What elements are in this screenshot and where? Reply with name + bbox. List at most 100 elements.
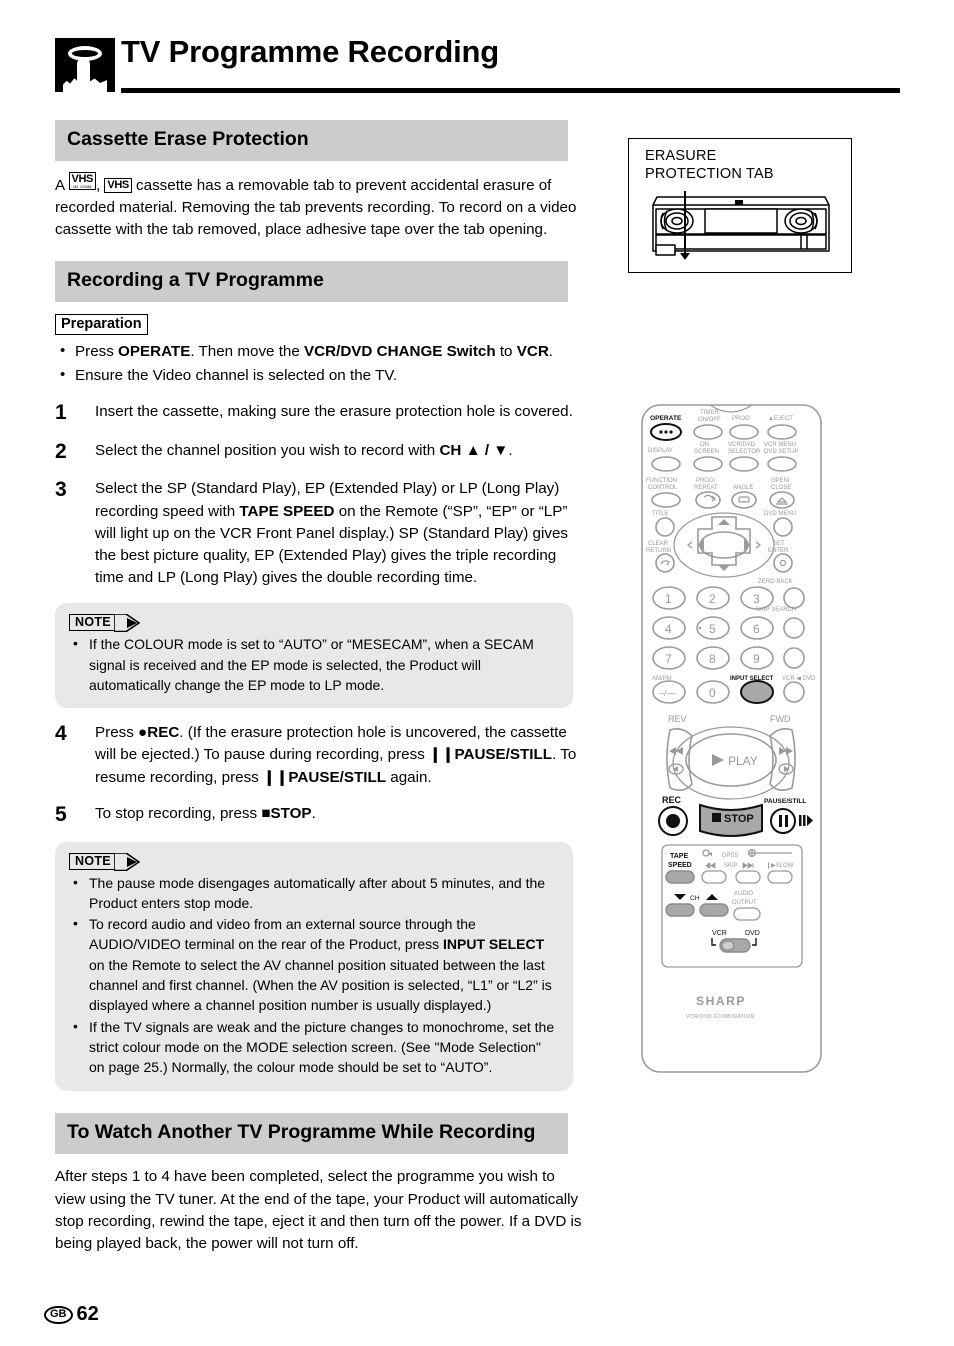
manual-page: TV Programme Recording Cassette Erase Pr…: [0, 0, 954, 1346]
logo-separator: ,: [95, 176, 105, 194]
label-n6: 6: [753, 622, 760, 636]
label-progrepeat-1: PROG/: [696, 478, 716, 484]
label-clear-1: CLEAR: [648, 541, 669, 547]
vhs-logo-1-sub: NO. 123456: [73, 184, 92, 189]
label-switch-vcr: VCR: [712, 930, 727, 937]
button-input-select[interactable]: [740, 680, 774, 704]
page-header: TV Programme Recording: [55, 34, 900, 98]
button-prog-repeat[interactable]: [695, 491, 721, 509]
button-dvd-menu[interactable]: [773, 517, 793, 537]
label-vcrdvd-sel-2: SELECTOR: [728, 449, 761, 455]
button-zero-back[interactable]: [783, 587, 805, 609]
button-prog[interactable]: [729, 424, 759, 440]
bullet-bold-3: VCR: [516, 343, 549, 361]
still-advance-icon: [807, 815, 813, 826]
preparation-tag: Preparation: [55, 314, 148, 336]
label-set-2: ENTER: [768, 548, 789, 554]
label-title: TITLE: [652, 511, 668, 517]
step-bold: TAPE SPEED: [239, 502, 335, 520]
label-vcrdvd-sel-1: VCR/DVD: [728, 442, 756, 448]
button-timer-onoff[interactable]: [693, 424, 723, 440]
button-tape-speed[interactable]: [665, 870, 695, 884]
label-progrepeat-2: REPEAT: [694, 485, 718, 491]
step-number: 5: [55, 802, 67, 826]
step-2: 2 Select the channel position you wish t…: [55, 440, 585, 465]
preparation-bullets: Press OPERATE. Then move the VCR/DVD CHA…: [55, 340, 585, 387]
label-vcrmenu-2: DVD SETUP: [764, 449, 798, 455]
ch-up-icon: [706, 894, 718, 900]
region-badge: GB: [44, 1305, 73, 1324]
label-n2: 2: [709, 592, 716, 606]
label-openclose-2: CLOSE: [771, 485, 791, 491]
button-function-control[interactable]: [651, 492, 681, 508]
button-extra-right[interactable]: [783, 647, 805, 669]
fastforward-icon: [779, 747, 793, 755]
label-dpss: DPSS: [722, 853, 738, 859]
button-clear-return[interactable]: [655, 553, 675, 573]
button-dpss-skip-back[interactable]: [701, 870, 727, 884]
label-rec: REC: [662, 795, 682, 805]
brand-sharp: SHARP: [696, 994, 746, 1008]
step-bold-pause-1: ❙❙PAUSE/STILL: [429, 746, 553, 764]
remote-drawing: .gl{fill:none;stroke:#9a9a9a;stroke-widt…: [641, 404, 822, 1073]
label-eject: ▲EJECT: [768, 416, 793, 422]
button-eject[interactable]: [767, 424, 797, 440]
button-vcr-dvd-toggle[interactable]: [783, 681, 805, 703]
remote-control-figure: .gl{fill:none;stroke:#9a9a9a;stroke-widt…: [640, 397, 823, 1074]
step-text: Press ●REC. (If the erasure protection h…: [95, 722, 585, 789]
list-item: If the COLOUR mode is set to “AUTO” or “…: [69, 633, 557, 695]
button-title[interactable]: [655, 517, 675, 537]
button-open-close[interactable]: [769, 491, 795, 509]
label-vcrmenu-1: VCR MENU: [764, 442, 796, 448]
note-text-pre: If the TV signals are weak and the pictu…: [89, 1018, 555, 1076]
step-text-post: .: [508, 441, 513, 459]
page-footer: GB 62: [44, 1303, 99, 1326]
button-on-screen[interactable]: [693, 456, 723, 472]
vhs-logo-2: VHS: [104, 177, 132, 193]
button-angle[interactable]: [731, 491, 757, 509]
step-text-pre: Select the channel position you wish to …: [95, 441, 440, 459]
record-dot-icon: [666, 814, 680, 828]
button-dpss-skip-fwd[interactable]: [735, 870, 761, 884]
button-audio-output[interactable]: [733, 907, 761, 921]
label-onscreen-1: ON: [700, 442, 709, 448]
hand-pointing-icon: [55, 38, 115, 92]
note-tag: NOTE: [69, 613, 141, 633]
button-ch-up[interactable]: [699, 903, 729, 917]
cassette-figure: ERASURE PROTECTION TAB: [628, 138, 852, 273]
button-set-enter[interactable]: [773, 553, 793, 573]
label-n8: 8: [709, 652, 716, 666]
button-display[interactable]: [651, 456, 681, 472]
cassette-leader-arrow-icon: [680, 253, 690, 260]
step-number: 1: [55, 400, 67, 424]
label-skip: SKIP: [724, 863, 738, 869]
button-vcr-menu-dvd-setup[interactable]: [767, 456, 797, 472]
button-slow[interactable]: [767, 870, 793, 884]
header-rule: [121, 88, 900, 93]
bullet-bold-2: VCR/DVD CHANGE Switch: [304, 343, 496, 361]
note-arrow-icon: [113, 613, 141, 633]
note-text-post: on the Remote to select the AV channel p…: [89, 956, 552, 1014]
list-item: Press OPERATE. Then move the VCR/DVD CHA…: [55, 340, 585, 363]
button-ch-down[interactable]: [665, 903, 695, 917]
label-onscreen-2: SCREEN: [694, 449, 719, 455]
label-clear-2: RETURN: [646, 548, 671, 554]
section-heading-watch-another: To Watch Another TV Programme While Reco…: [55, 1112, 568, 1155]
label-n1: 1: [665, 592, 672, 606]
step-text-pre: Press: [95, 724, 139, 742]
label-angle: ANGLE: [733, 485, 753, 491]
list-item: If the TV signals are weak and the pictu…: [69, 1016, 557, 1078]
note-list: If the COLOUR mode is set to “AUTO” or “…: [69, 633, 557, 695]
label-tape-1: TAPE: [670, 853, 688, 860]
label-n7: 7: [665, 652, 672, 666]
label-operate: OPERATE: [650, 415, 682, 422]
button-vcr-dvd-selector[interactable]: [729, 456, 759, 472]
step-text-pre: To stop recording, press: [95, 804, 262, 822]
label-zero-back: ZERO BACK: [758, 579, 793, 585]
content-column: Cassette Erase Protection A VHS NO. 12345…: [55, 120, 585, 1270]
button-pause-still[interactable]: [770, 808, 796, 834]
button-skip-search[interactable]: [783, 617, 805, 639]
label-n0: 0: [709, 686, 716, 700]
note-box-2: NOTE The pause mode disengages automatic…: [55, 841, 573, 1091]
bullet-text-pre: Ensure the Video channel is selected on …: [75, 367, 398, 385]
